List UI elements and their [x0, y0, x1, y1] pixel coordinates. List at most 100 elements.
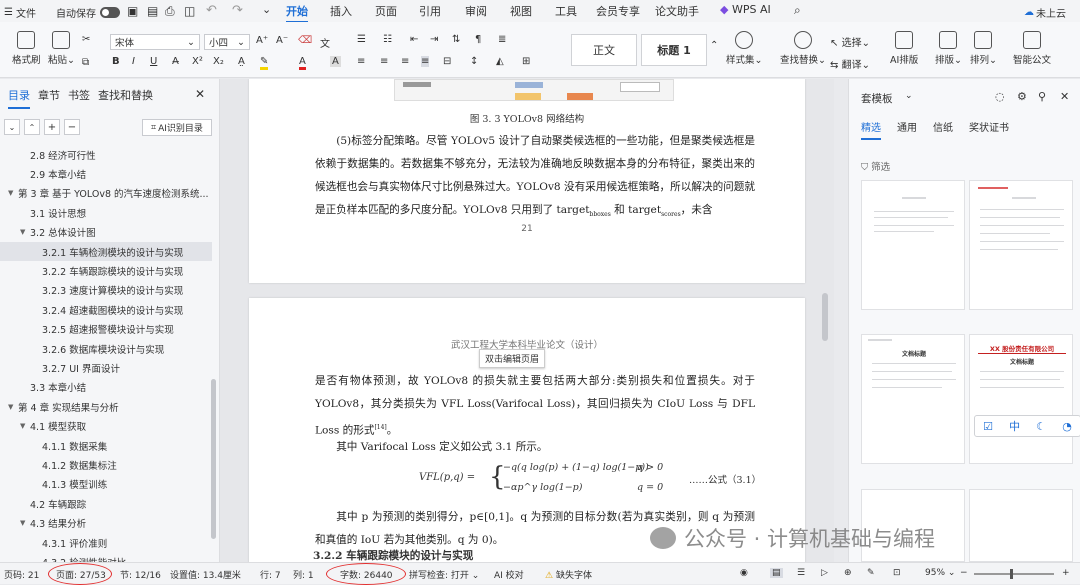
style-normal[interactable]: 正文 — [571, 34, 637, 66]
expand-arrow-icon[interactable]: ▼ — [20, 228, 30, 236]
zoom-in-icon[interactable]: + — [1062, 568, 1070, 578]
outdent-icon[interactable]: ⇤ — [410, 34, 418, 45]
checkbox-icon[interactable]: ☑ — [983, 420, 993, 433]
select-button[interactable]: ↖ 选择⌄ — [830, 34, 870, 49]
show-marks-icon[interactable]: ¶ — [475, 34, 481, 45]
subscript-icon[interactable]: X₂ — [213, 56, 224, 67]
toc-item[interactable]: 4.1.3 模型训练 — [0, 475, 212, 494]
font-shrink-icon[interactable]: A⁻ — [276, 35, 288, 46]
shading-icon[interactable]: ◭ — [496, 56, 504, 67]
outline-view-icon[interactable]: ☰ — [797, 568, 805, 578]
filter-button[interactable]: ⛉ 筛选 — [861, 159, 890, 173]
pen-icon[interactable]: ✎ — [867, 568, 875, 578]
translate-button[interactable]: ⇆ 翻译⌄ — [830, 56, 870, 71]
align-right-icon[interactable]: ≡ — [401, 56, 409, 67]
section-status[interactable]: 节: 12/16 — [120, 568, 161, 581]
toc-item[interactable]: 3.3 本章小结 — [0, 378, 212, 397]
chinese-input-label[interactable]: 中 — [1009, 418, 1020, 434]
char-shading-icon[interactable]: A — [330, 56, 341, 67]
web-view-icon[interactable]: ⊕ — [844, 568, 852, 578]
italic-icon[interactable]: I — [132, 56, 135, 67]
highlight-icon[interactable]: ✎ — [260, 56, 269, 70]
justify-icon[interactable]: ≡ — [421, 56, 430, 67]
expand-icon[interactable]: ⌃ — [24, 119, 40, 135]
toc-item[interactable]: 3.2.3 速度计算模块的设计与实现 — [0, 281, 212, 300]
toc-item[interactable]: 3.2.2 车辆跟踪模块的设计与实现 — [0, 261, 212, 280]
copy-icon[interactable]: ⧉ — [82, 57, 89, 68]
align-center-icon[interactable]: ≡ — [380, 56, 388, 67]
fit-icon[interactable]: ⊡ — [893, 568, 901, 578]
tab-insert[interactable]: 插入 — [330, 3, 352, 19]
template-thumb-3[interactable]: 文档标题 — [861, 334, 965, 464]
line-spacing-icon[interactable]: ↕ — [470, 56, 478, 67]
superscript-icon[interactable]: X² — [192, 56, 203, 67]
tab-letter[interactable]: 信纸 — [933, 119, 953, 140]
punctuation-icon[interactable]: ◔ — [1062, 420, 1072, 433]
tab-general[interactable]: 通用 — [897, 119, 917, 140]
style-scroll-icon[interactable]: ⌃ — [710, 40, 718, 51]
close-icon[interactable]: ✕ — [195, 87, 205, 101]
eye-icon[interactable]: ◉ — [740, 568, 748, 578]
nav-scrollbar[interactable] — [211, 379, 216, 539]
page-number-status[interactable]: 页码: 21 — [4, 568, 39, 581]
tab-home[interactable]: 开始 — [286, 3, 308, 23]
expand-arrow-icon[interactable]: ▼ — [8, 189, 18, 197]
borders-icon[interactable]: ⊞ — [522, 56, 530, 67]
gear-icon[interactable]: ⚙ — [1017, 90, 1027, 103]
expand-arrow-icon[interactable]: ▼ — [20, 422, 30, 430]
distributed-icon[interactable]: ⊟ — [443, 56, 451, 67]
font-size-select[interactable]: 小四 ⌄ — [204, 34, 250, 50]
tab-chapters[interactable]: 章节 — [38, 87, 60, 109]
tab-bookmarks[interactable]: 书签 — [68, 87, 90, 109]
row-status[interactable]: 行: 7 — [260, 568, 281, 581]
missing-font-status[interactable]: ⚠ 缺失字体 — [545, 568, 592, 581]
toc-item[interactable]: ▼ 4.1 模型获取 — [0, 416, 212, 435]
sort-icon[interactable]: ⇅ — [452, 34, 460, 45]
export-icon[interactable]: ▤ — [147, 4, 158, 18]
tab-featured[interactable]: 精选 — [861, 119, 881, 140]
underline-icon[interactable]: U — [150, 56, 157, 67]
toc-item[interactable]: 4.1.2 数据集标注 — [0, 455, 212, 474]
zoom-level[interactable]: 95% ⌄ — [925, 568, 955, 578]
moon-icon[interactable]: ☾ — [1036, 420, 1046, 433]
tab-certificate[interactable]: 奖状证书 — [969, 119, 1009, 140]
ai-check-button[interactable]: AI 校对 — [494, 568, 524, 581]
tab-review[interactable]: 审阅 — [465, 3, 487, 19]
style-set-button[interactable]: 样式集⌄ — [726, 31, 762, 66]
paste-button[interactable]: 粘贴⌄ — [48, 31, 75, 66]
save-icon[interactable]: ▣ — [127, 4, 138, 18]
emphasis-icon[interactable]: A̤ — [238, 56, 245, 67]
template-thumb-6[interactable] — [969, 489, 1073, 562]
print-icon[interactable]: ⎙ — [165, 4, 175, 19]
toc-item[interactable]: ▼ 第 4 章 实现结果与分析 — [0, 397, 212, 416]
template-thumb-4[interactable]: XX 股份责任有限公司 文档标题 — [969, 334, 1073, 464]
page-view-icon[interactable]: ▤ — [770, 568, 783, 578]
phonetic-icon[interactable]: 文 — [320, 35, 330, 50]
bold-icon[interactable]: B — [112, 56, 120, 67]
template-thumb-2[interactable] — [969, 180, 1073, 310]
find-replace-button[interactable]: 查找替换⌄ — [780, 31, 826, 66]
ai-toc-button[interactable]: ⌗ AI识别目录 — [142, 119, 212, 136]
tab-wps-ai[interactable]: ◆ WPS AI — [720, 3, 771, 16]
font-grow-icon[interactable]: A⁺ — [256, 35, 268, 46]
toc-item[interactable]: 3.2.1 车辆检测模块的设计与实现 — [0, 241, 212, 262]
toc-item[interactable]: 3.2.7 UI 界面设计 — [0, 358, 212, 377]
expand-arrow-icon[interactable]: ▼ — [8, 403, 18, 411]
tab-member[interactable]: 会员专享 — [596, 3, 640, 19]
toc-item[interactable]: 3.1 设计思想 — [0, 203, 212, 222]
zoom-slider[interactable] — [974, 573, 1054, 575]
format-painter-button[interactable]: 格式刷 — [12, 31, 41, 66]
cut-icon[interactable]: ✂ — [82, 34, 90, 45]
bullet-list-icon[interactable]: ☰ — [357, 34, 366, 45]
setting-status[interactable]: 设置值: 13.4厘米 — [170, 568, 241, 581]
tab-reference[interactable]: 引用 — [419, 3, 441, 19]
font-color-icon[interactable]: A — [299, 56, 306, 70]
tab-find-replace[interactable]: 查找和替换 — [98, 87, 153, 109]
layout-button[interactable]: 排版⌄ — [935, 31, 962, 66]
font-name-select[interactable]: 宋体 ⌄ — [110, 34, 200, 50]
smart-doc-button[interactable]: 智能公文 — [1013, 31, 1051, 66]
align-left-icon[interactable]: ≡ — [357, 56, 365, 67]
tab-view[interactable]: 视图 — [510, 3, 532, 19]
preview-icon[interactable]: ◫ — [184, 4, 195, 18]
tab-paper-assistant[interactable]: 论文助手 — [655, 3, 699, 19]
